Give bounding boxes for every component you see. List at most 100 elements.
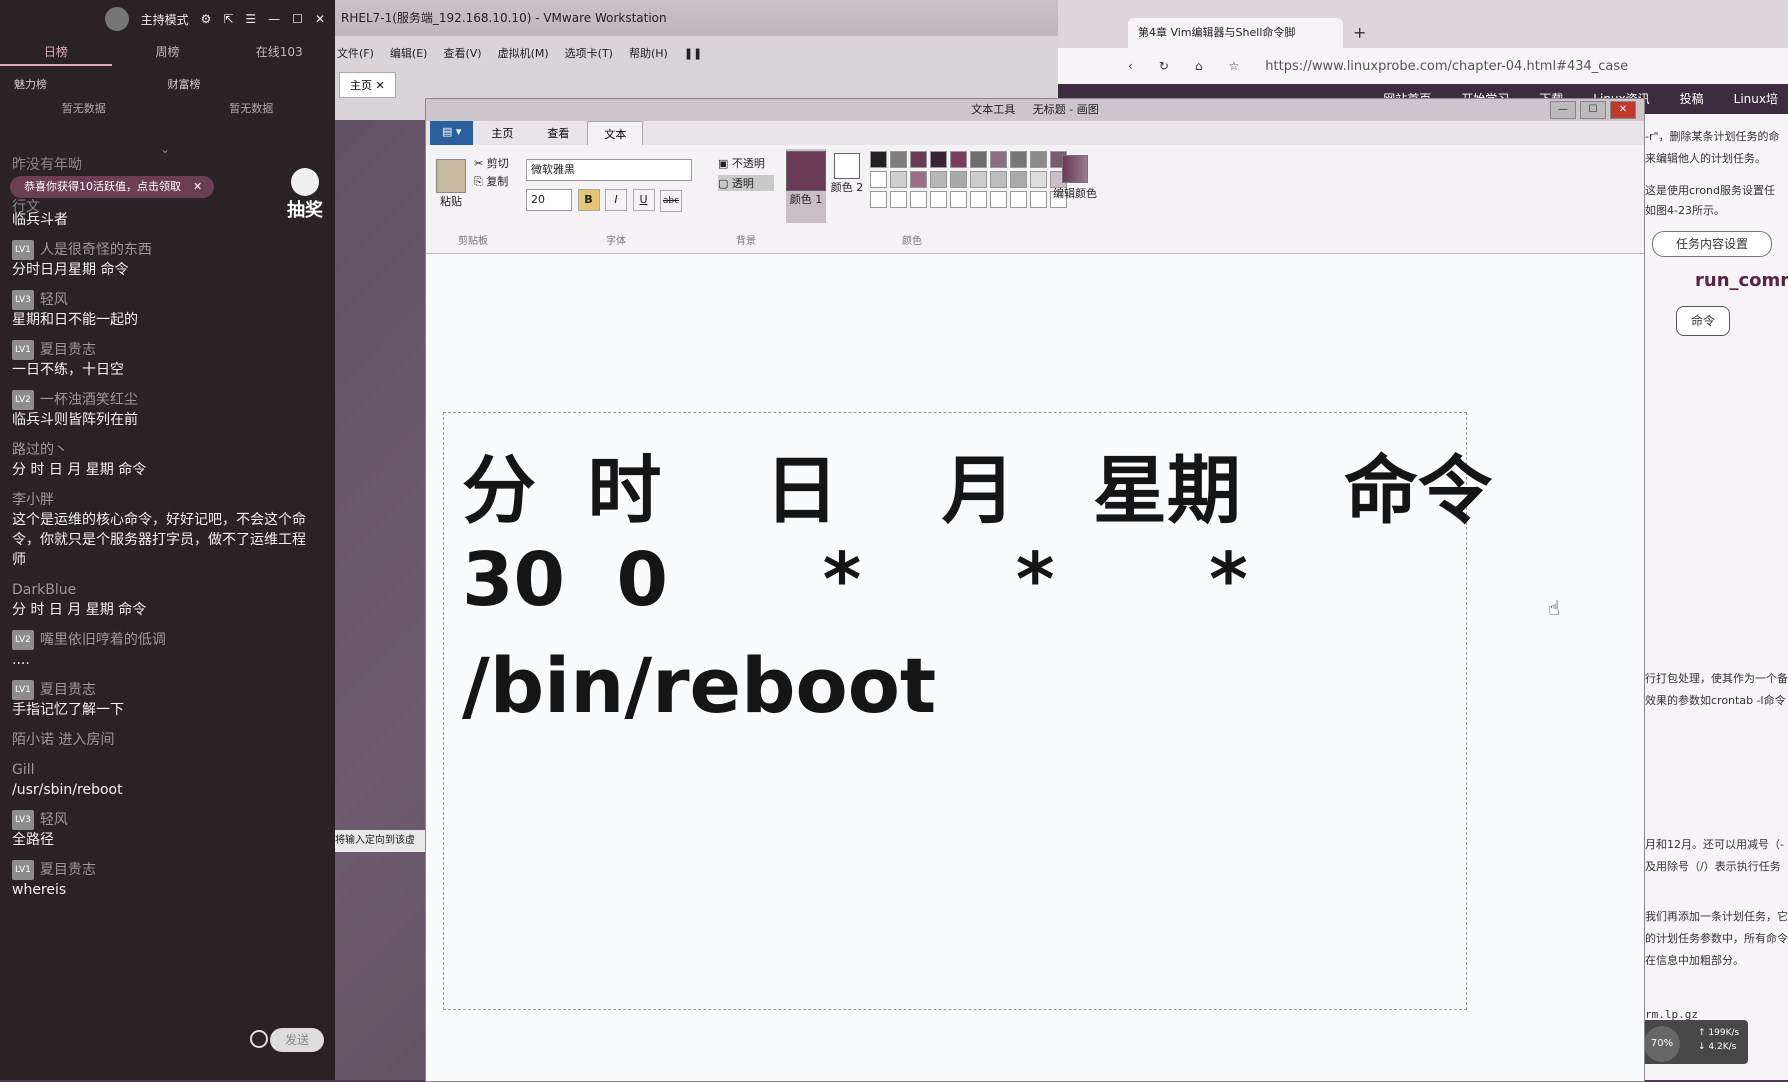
bookmark-star-icon[interactable]: ☆ xyxy=(1229,59,1240,73)
popout-icon[interactable]: ⇱ xyxy=(223,12,233,26)
color2-button[interactable]: 颜色 2 xyxy=(830,153,864,195)
chat-username[interactable]: LV1 夏目贵志 xyxy=(12,860,312,880)
new-tab-button[interactable]: + xyxy=(1343,23,1376,48)
copy-button[interactable]: ⎘ 复制 xyxy=(474,173,508,189)
palette-swatch[interactable] xyxy=(870,191,887,208)
paste-button[interactable]: 粘贴 xyxy=(434,153,468,209)
palette-swatch[interactable] xyxy=(950,171,967,188)
menu-edit[interactable]: 编辑(E) xyxy=(390,36,428,72)
palette-swatch[interactable] xyxy=(970,171,987,188)
chat-titlebar: 主持模式 ⚙ ⇱ ☰ — ☐ ✕ xyxy=(0,0,335,38)
browser-tab[interactable]: 第4章 Vim编辑器与Shell命令脚 xyxy=(1128,18,1343,48)
chat-username[interactable]: 李小胖 xyxy=(12,490,312,510)
tab-text-paint[interactable]: 文本 xyxy=(587,121,644,145)
palette-swatch[interactable] xyxy=(910,151,927,168)
strikethrough-button[interactable]: abc xyxy=(660,190,682,212)
palette-swatch[interactable] xyxy=(990,171,1007,188)
tab-online[interactable]: 在线103 xyxy=(223,38,335,66)
edit-colors-button[interactable]: 编辑颜色 xyxy=(1050,149,1100,249)
file-menu-button[interactable]: ▤ ▾ xyxy=(430,121,474,145)
nav-training[interactable]: Linux培 xyxy=(1734,84,1778,114)
chat-username[interactable]: LV2 嘴里依旧哼着的低调 xyxy=(12,630,312,650)
gift-banner[interactable]: 恭喜你获得10活跃值，点击领取 ✕ xyxy=(10,176,214,198)
menu-icon[interactable]: ☰ xyxy=(245,12,256,26)
chat-username[interactable]: LV1 夏目贵志 xyxy=(12,340,312,360)
palette-swatch[interactable] xyxy=(930,151,947,168)
palette-swatch[interactable] xyxy=(1030,191,1047,208)
tab-home[interactable]: 主页 ✕ xyxy=(339,72,396,98)
opaque-button[interactable]: ▣ 不透明 xyxy=(718,155,774,171)
palette-swatch[interactable] xyxy=(890,151,907,168)
chat-username[interactable]: LV2 一杯浊酒笑红尘 xyxy=(12,390,312,410)
font-size-select[interactable]: 20 xyxy=(526,189,572,211)
palette-swatch[interactable] xyxy=(970,151,987,168)
menu-vm[interactable]: 虚拟机(M) xyxy=(498,36,549,72)
paint-maximize-icon[interactable]: ☐ xyxy=(1580,101,1606,119)
article-text: 来编辑他人的计划任务。 xyxy=(1645,152,1766,165)
text-box[interactable]: 分 时 日 月 星期 命令 30 0 * * * /bin/reboot xyxy=(443,412,1492,1010)
palette-swatch[interactable] xyxy=(910,191,927,208)
emoji-icon[interactable] xyxy=(250,1030,268,1048)
bold-button[interactable]: B xyxy=(577,189,600,211)
chat-username[interactable]: LV3 轻风 xyxy=(12,810,312,830)
nav-submit[interactable]: 投稿 xyxy=(1680,84,1704,114)
italic-button[interactable]: I xyxy=(605,189,627,211)
chat-username[interactable]: LV1 夏目贵志 xyxy=(12,680,312,700)
palette-swatch[interactable] xyxy=(1030,151,1047,168)
tab-view-paint[interactable]: 查看 xyxy=(531,121,585,145)
underline-button[interactable]: U xyxy=(632,189,655,211)
minimize-icon[interactable]: — xyxy=(268,12,280,26)
transparent-button[interactable]: ▢ 透明 xyxy=(718,175,774,191)
menu-tabs[interactable]: 选项卡(T) xyxy=(565,36,613,72)
pause-icon[interactable]: ❚❚ xyxy=(684,36,702,72)
back-icon[interactable]: ‹ xyxy=(1128,59,1133,73)
reload-icon[interactable]: ↻ xyxy=(1159,59,1169,73)
gift-close-icon[interactable]: ✕ xyxy=(193,180,202,193)
tab-daily[interactable]: 日榜 xyxy=(0,38,112,66)
palette-swatch[interactable] xyxy=(890,171,907,188)
palette-swatch[interactable] xyxy=(870,171,887,188)
send-button[interactable]: 发送 xyxy=(270,1028,324,1052)
chat-username[interactable]: Gill xyxy=(12,760,312,780)
username-text: 轻风 xyxy=(39,812,68,828)
menu-help[interactable]: 帮助(H) xyxy=(629,36,668,72)
palette-swatch[interactable] xyxy=(910,171,927,188)
chat-username[interactable]: LV3 轻风 xyxy=(12,290,312,310)
color1-button[interactable]: 颜色 1 xyxy=(786,149,826,223)
palette-swatch[interactable] xyxy=(970,191,987,208)
tab-weekly[interactable]: 周榜 xyxy=(112,38,224,66)
font-family-select[interactable]: 微软雅黑 xyxy=(526,159,692,181)
close-icon[interactable]: ✕ xyxy=(315,12,325,26)
cut-button[interactable]: ✂ 剪切 xyxy=(474,155,509,171)
chat-username[interactable]: 路过的丶 xyxy=(12,440,312,460)
collapse-chevron-icon[interactable]: ⌄ xyxy=(160,142,170,156)
palette-swatch[interactable] xyxy=(950,151,967,168)
palette-swatch[interactable] xyxy=(990,191,1007,208)
chat-username[interactable]: 陌小诺 进入房间 xyxy=(12,730,312,750)
settings-icon[interactable]: ⚙ xyxy=(201,12,212,26)
chat-message-text: 临兵斗者 xyxy=(12,212,68,228)
palette-swatch[interactable] xyxy=(1010,191,1027,208)
palette-swatch[interactable] xyxy=(990,151,1007,168)
chat-username[interactable]: DarkBlue xyxy=(12,580,312,600)
maximize-icon[interactable]: ☐ xyxy=(292,12,303,26)
menu-file[interactable]: 文件(F) xyxy=(337,36,374,72)
home-icon[interactable]: ⌂ xyxy=(1195,59,1203,73)
palette-swatch[interactable] xyxy=(870,151,887,168)
palette-swatch[interactable] xyxy=(950,191,967,208)
tab-home-paint[interactable]: 主页 xyxy=(475,121,529,145)
palette-swatch[interactable] xyxy=(930,191,947,208)
chat-username[interactable]: LV1 人是很奇怪的东西 xyxy=(12,240,312,260)
level-badge: LV2 xyxy=(12,630,34,650)
paint-canvas[interactable]: 分 时 日 月 星期 命令 30 0 * * * /bin/reboot xyxy=(426,254,1644,1081)
host-avatar[interactable] xyxy=(104,7,129,31)
palette-swatch[interactable] xyxy=(890,191,907,208)
menu-view[interactable]: 查看(V) xyxy=(443,36,481,72)
palette-swatch[interactable] xyxy=(1010,171,1027,188)
paint-close-icon[interactable]: ✕ xyxy=(1610,101,1636,119)
paint-minimize-icon[interactable]: — xyxy=(1550,101,1576,119)
palette-swatch[interactable] xyxy=(1030,171,1047,188)
palette-swatch[interactable] xyxy=(1010,151,1027,168)
url-input[interactable]: https://www.linuxprobe.com/chapter-04.ht… xyxy=(1265,59,1628,74)
palette-swatch[interactable] xyxy=(930,171,947,188)
